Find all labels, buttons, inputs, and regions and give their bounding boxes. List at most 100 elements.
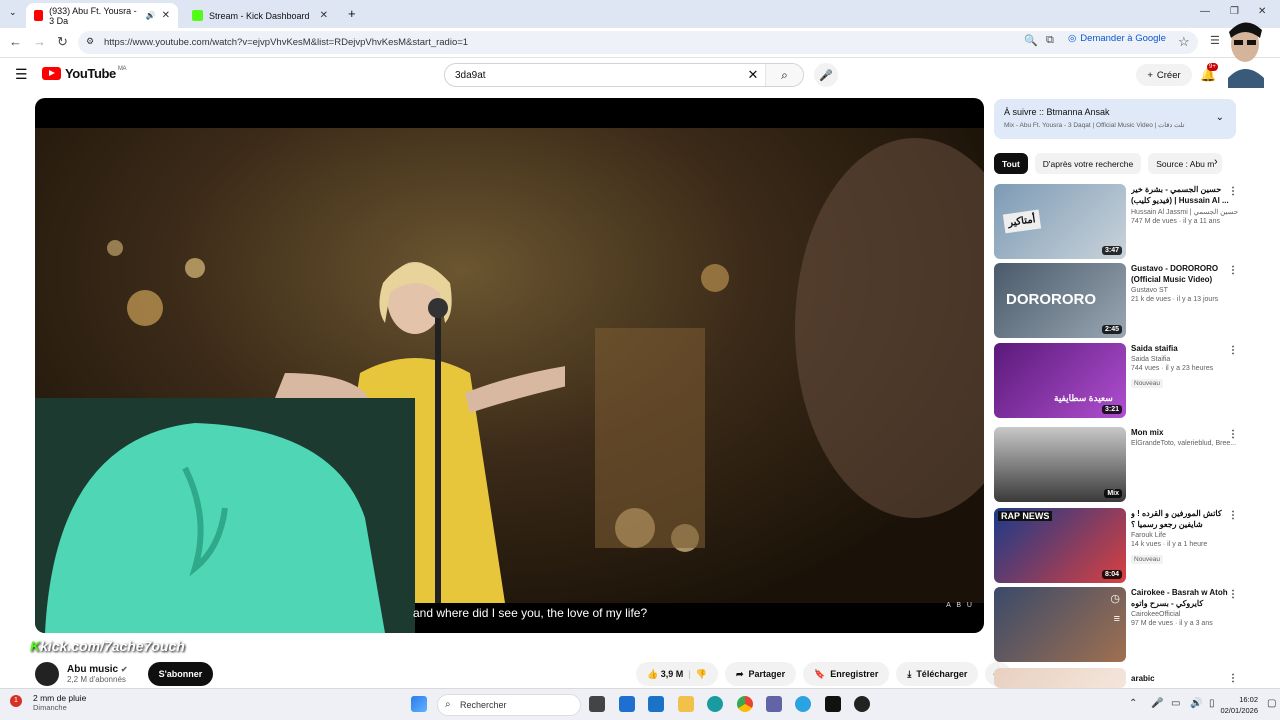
video-thumbnail[interactable]: DORORORO 2:45 — [994, 263, 1126, 338]
clear-icon[interactable]: ✕ — [741, 67, 765, 83]
video-thumbnail[interactable]: سعيدة سطايفية 3:21 — [994, 343, 1126, 418]
zoom-icon[interactable]: 🔍 — [1024, 34, 1038, 47]
queue-icon[interactable]: ≡ — [1114, 613, 1120, 625]
recommendation-info: Mon mix ElGrandeToto, valerieblud, Bree.… — [1131, 427, 1241, 447]
obs-icon[interactable] — [854, 696, 870, 712]
volume-icon[interactable]: 🔊 — [1190, 698, 1202, 709]
recommendation-item[interactable]: ◷ ≡ Cairokee - Basrah w Atoh كايروكي - ب… — [994, 587, 1244, 662]
chevron-right-icon[interactable]: › — [1214, 156, 1218, 168]
recommendation-item[interactable]: RAP NEWS 8:04 كاتش المورفين و القرده ! و… — [994, 508, 1244, 583]
like-button[interactable]: 👍 3,9 M — [647, 669, 683, 680]
bookmark-star-icon[interactable]: ☆ — [1178, 34, 1190, 50]
new-tab-icon[interactable]: + — [348, 6, 356, 21]
kebab-menu-icon[interactable]: ⋮ — [1228, 589, 1238, 600]
tray-chevron-icon[interactable]: ⌃ — [1129, 698, 1137, 709]
windows-start-icon[interactable] — [411, 696, 427, 712]
recommendation-item[interactable]: Mix Mon mix ElGrandeToto, valerieblud, B… — [994, 427, 1244, 502]
battery-icon[interactable]: ▯ — [1209, 698, 1215, 709]
create-button[interactable]: + Créer — [1136, 64, 1192, 86]
kebab-menu-icon[interactable]: ⋮ — [1228, 265, 1238, 276]
telegram-icon[interactable] — [795, 696, 811, 712]
tab-kick[interactable]: Stream - Kick Dashboard ✕ — [184, 3, 336, 28]
chip-all[interactable]: Tout — [994, 153, 1028, 174]
recommendation-title: arabic — [1131, 674, 1155, 683]
edge-icon[interactable] — [707, 696, 723, 712]
recommendation-item[interactable]: DORORORO 2:45 Gustavo - DORORORO (Offici… — [994, 263, 1244, 338]
tab-youtube[interactable]: (933) Abu Ft. Yousra - 3 Da 🔊 ✕ — [26, 3, 178, 28]
recommendation-meta: 744 vues · il y a 23 heures — [1131, 365, 1214, 372]
install-icon[interactable]: ⧉ — [1046, 34, 1054, 47]
search-icon: ⌕ — [445, 699, 451, 710]
reading-list-icon[interactable]: ☰ — [1210, 34, 1220, 47]
taskbar-search[interactable]: ⌕ Rechercher — [437, 694, 581, 716]
recommendation-info: كاتش المورفين و القرده ! و شايفين رجعو ر… — [1131, 508, 1241, 566]
subscribe-button[interactable]: S'abonner — [147, 662, 214, 686]
recommendation-item[interactable]: arabic ⋮ — [994, 668, 1244, 688]
recommendation-meta: 14 k vues · il y a 1 heure — [1131, 541, 1208, 548]
chevron-down-icon[interactable]: ⌄ — [1216, 112, 1224, 123]
forward-icon[interactable]: → — [33, 34, 46, 49]
maximize-icon[interactable]: ❐ — [1230, 6, 1239, 17]
download-button[interactable]: ⤓ Télécharger — [896, 662, 979, 686]
kick-app-icon[interactable] — [825, 696, 841, 712]
address-bar-row: ← → ↻ ⚙ https://www.youtube.com/watch?v=… — [0, 28, 1280, 58]
clock-icon[interactable]: ◷ — [1110, 592, 1120, 605]
kebab-menu-icon[interactable]: ⋮ — [1228, 429, 1238, 440]
kebab-menu-icon[interactable]: ⋮ — [1228, 345, 1238, 356]
ask-google-button[interactable]: ◎ Demander à Google — [1068, 33, 1166, 44]
task-view-icon[interactable] — [589, 696, 605, 712]
thumbs-up-icon: 👍 — [647, 668, 659, 679]
queue-title: À suivre :: Btmanna Ansak — [1004, 107, 1110, 117]
kebab-menu-icon[interactable]: ⋮ — [1228, 186, 1238, 197]
menu-icon[interactable]: ☰ — [15, 66, 28, 83]
recommendation-channel: Farouk Life — [1131, 532, 1167, 539]
recommendation-info: arabic — [1131, 668, 1241, 684]
kick-logo-icon: K — [30, 638, 41, 654]
recommendation-item[interactable]: أمتاكير 3:47 حسين الجسمي - بشرة خير (فيد… — [994, 184, 1244, 259]
chip-from-search[interactable]: D'après votre recherche — [1034, 153, 1142, 174]
channel-name[interactable]: Abu music ✔ — [67, 664, 128, 675]
reload-icon[interactable]: ↻ — [57, 34, 68, 50]
window-close-icon[interactable]: ✕ — [1258, 6, 1266, 17]
kebab-menu-icon[interactable]: ⋮ — [1228, 510, 1238, 521]
tab-search-icon[interactable]: ⌄ — [9, 7, 17, 18]
chrome-icon[interactable] — [737, 696, 753, 712]
network-icon[interactable]: ▭ — [1171, 698, 1180, 709]
system-clock[interactable]: 16:02 02/01/2026 — [1220, 694, 1258, 716]
notification-center-icon[interactable]: ▢ — [1267, 698, 1276, 709]
save-button[interactable]: 🔖 Enregistrer — [803, 662, 890, 686]
search-input[interactable]: 3da9at — [445, 70, 741, 81]
teams-icon[interactable] — [766, 696, 782, 712]
store-icon[interactable] — [619, 696, 635, 712]
outlook-icon[interactable] — [648, 696, 664, 712]
youtube-logo[interactable]: YouTube MA — [42, 66, 127, 81]
close-icon[interactable]: ✕ — [320, 10, 328, 21]
weather-title: 2 mm de pluie — [33, 693, 87, 703]
back-icon[interactable]: ← — [9, 34, 22, 49]
channel-avatar[interactable] — [35, 662, 59, 686]
kick-favicon — [192, 10, 203, 21]
video-player[interactable]: and where did I see you, the love of my … — [35, 98, 984, 633]
search-button[interactable]: ⌕ — [765, 64, 803, 86]
video-thumbnail[interactable] — [994, 668, 1126, 688]
video-thumbnail[interactable]: ◷ ≡ — [994, 587, 1126, 662]
video-thumbnail[interactable]: أمتاكير 3:47 — [994, 184, 1126, 259]
weather-widget[interactable]: 1 2 mm de pluie Dimanche — [10, 693, 87, 712]
up-next-queue[interactable]: À suivre :: Btmanna Ansak Mix - Abu Ft. … — [994, 99, 1236, 139]
voice-search-button[interactable]: 🎤 — [814, 63, 838, 87]
dislike-button[interactable]: 👎 — [696, 669, 707, 680]
file-explorer-icon[interactable] — [678, 696, 694, 712]
microphone-tray-icon[interactable]: 🎤 — [1151, 698, 1163, 709]
speaker-icon[interactable]: 🔊 — [146, 11, 156, 20]
video-thumbnail[interactable]: RAP NEWS 8:04 — [994, 508, 1126, 583]
video-thumbnail[interactable]: Mix — [994, 427, 1126, 502]
chip-source[interactable]: Source : Abu m — [1148, 153, 1223, 174]
site-info-icon[interactable]: ⚙ — [86, 36, 94, 47]
share-button[interactable]: ➦ Partager — [725, 662, 797, 686]
close-icon[interactable]: ✕ — [162, 10, 170, 21]
kebab-menu-icon[interactable]: ⋮ — [1228, 673, 1238, 684]
channel-info: Abu music ✔ 2,2 M d'abonnés — [67, 664, 128, 684]
recommendation-item[interactable]: سعيدة سطايفية 3:21 Saida staifia Saida S… — [994, 343, 1244, 418]
notifications-button[interactable]: 🔔 9+ — [1200, 63, 1218, 83]
minimize-icon[interactable]: — — [1200, 6, 1210, 17]
